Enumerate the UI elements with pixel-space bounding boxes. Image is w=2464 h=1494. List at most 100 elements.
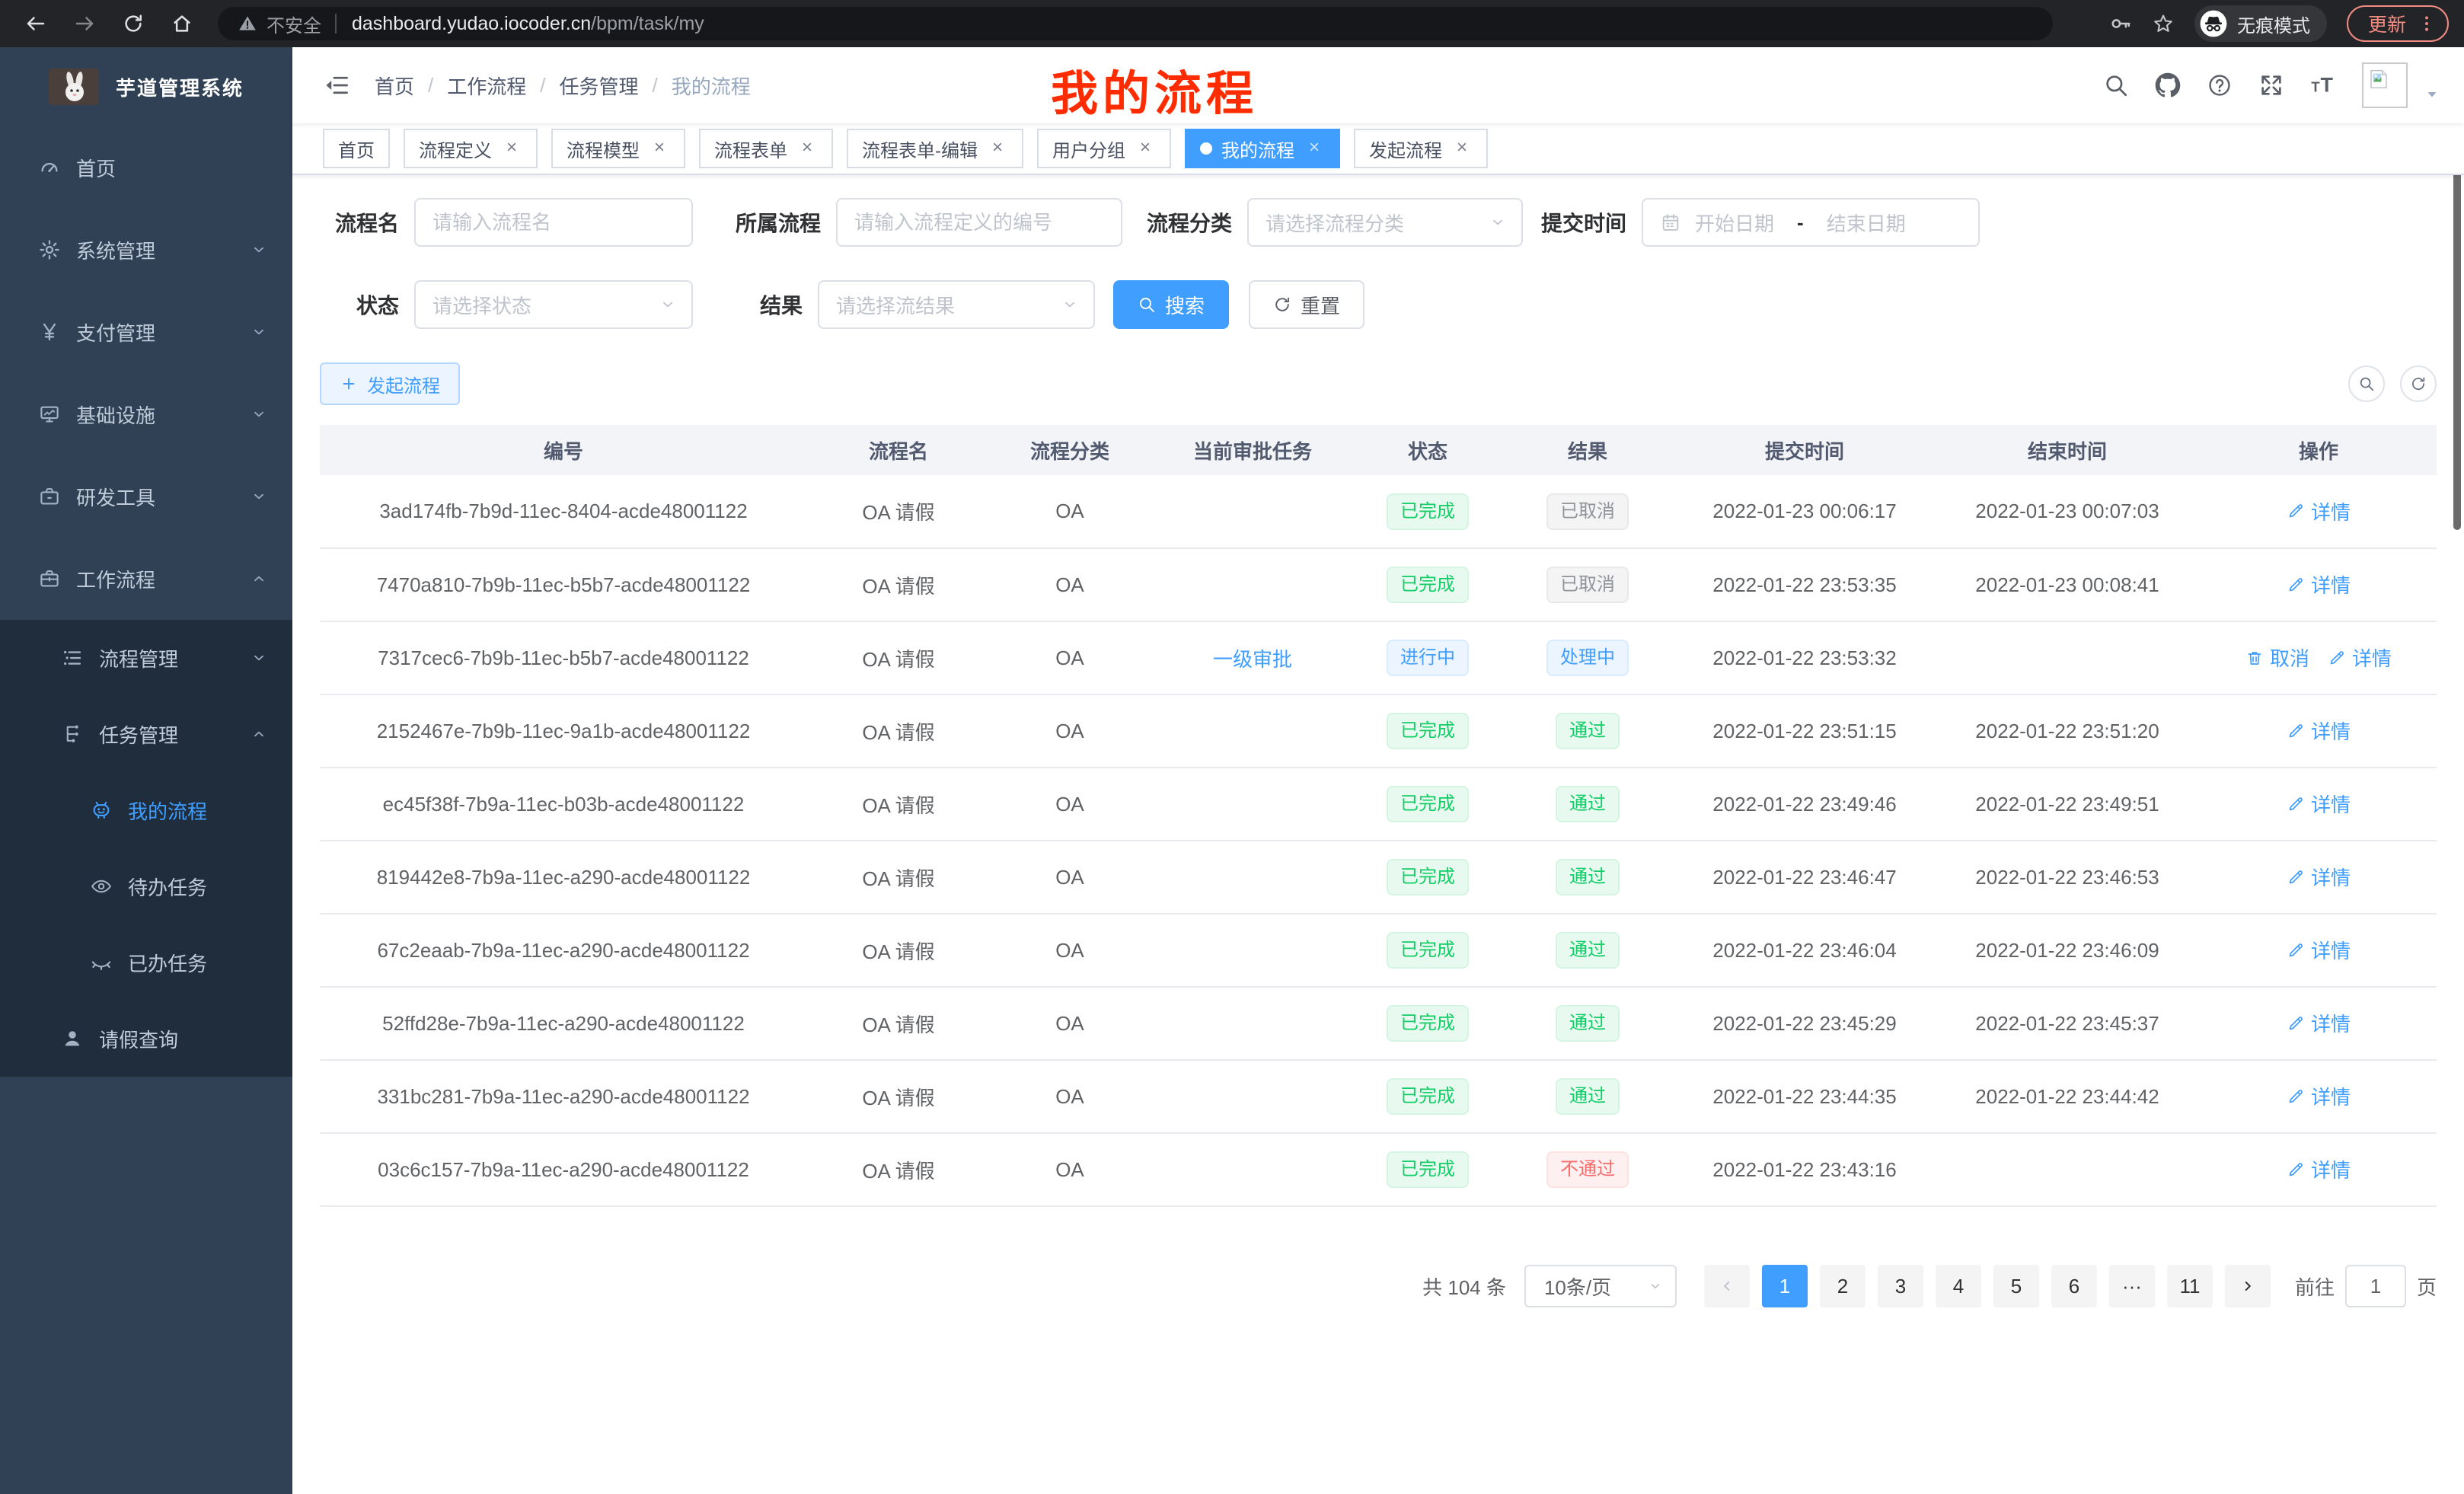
close-icon[interactable]: × (649, 138, 670, 159)
action-label: 详情 (2311, 570, 2351, 599)
close-icon[interactable]: × (1304, 138, 1325, 159)
action-detail[interactable]: 详情 (2287, 790, 2351, 818)
caret-down-icon[interactable] (2424, 87, 2440, 102)
sidebar-item-dev-tools[interactable]: 研发工具 (0, 455, 292, 538)
action-detail[interactable]: 详情 (2287, 1155, 2351, 1183)
sidebar-item-leave-query[interactable]: 请假查询 (0, 1001, 292, 1077)
action-detail[interactable]: 详情 (2287, 1082, 2351, 1110)
action-detail[interactable]: 详情 (2287, 570, 2351, 599)
tab-home[interactable]: 首页 (323, 129, 390, 168)
breadcrumb-item[interactable]: 任务管理 (560, 72, 639, 100)
close-icon[interactable]: × (1135, 138, 1156, 159)
sidebar-menu: 首页系统管理支付管理基础设施研发工具工作流程流程管理任务管理我的流程待办任务已办… (0, 126, 292, 1077)
breadcrumb-item[interactable]: 首页 (375, 72, 414, 100)
action-detail[interactable]: 详情 (2287, 863, 2351, 891)
action-cancel[interactable]: 取消 (2245, 643, 2309, 672)
tab-process-form-edit[interactable]: 流程表单-编辑 × (847, 129, 1023, 168)
github-icon[interactable] (2155, 72, 2181, 98)
search-button[interactable]: 搜索 (1113, 280, 1229, 329)
sidebar-item-system[interactable]: 系统管理 (0, 209, 292, 291)
cell-category: OA (990, 1133, 1150, 1206)
tab-user-group[interactable]: 用户分组× (1037, 129, 1171, 168)
sidebar-item-infrastructure[interactable]: 基础设施 (0, 373, 292, 455)
page-size-select[interactable]: 10条/页 (1524, 1265, 1677, 1307)
search-icon (1138, 295, 1156, 314)
current-task-link[interactable]: 一级审批 (1213, 648, 1292, 671)
process-name-input[interactable] (414, 198, 693, 247)
tab-label: 流程表单-编辑 (862, 136, 978, 162)
result-select[interactable]: 请选择流结果 (818, 280, 1095, 329)
action-detail[interactable]: 详情 (2287, 717, 2351, 745)
tab-label: 首页 (338, 136, 375, 162)
gear-icon (37, 238, 62, 261)
show-search-button[interactable] (2348, 366, 2385, 402)
start-process-button[interactable]: 发起流程 (320, 362, 460, 405)
refresh-table-button[interactable] (2400, 366, 2437, 402)
page-button-3[interactable]: 3 (1878, 1265, 1923, 1307)
tab-my-process[interactable]: 我的流程× (1185, 129, 1340, 168)
sidebar-item-my-process[interactable]: 我的流程 (0, 772, 292, 848)
cell-end-time: 2022-01-22 23:46:53 (1934, 841, 2201, 914)
pagination-ellipsis[interactable]: ··· (2109, 1265, 2155, 1307)
process-category-select[interactable]: 请选择流程分类 (1247, 198, 1523, 247)
sidebar-item-todo-tasks[interactable]: 待办任务 (0, 848, 292, 924)
tab-process-model[interactable]: 流程模型× (551, 129, 685, 168)
close-icon[interactable]: × (501, 138, 522, 159)
sidebar-item-workflow[interactable]: 工作流程 (0, 538, 292, 620)
filter-label: 结果 (693, 289, 803, 320)
action-detail[interactable]: 详情 (2287, 497, 2351, 525)
prev-page-button[interactable] (1704, 1265, 1750, 1307)
status-select[interactable]: 请选择状态 (414, 280, 693, 329)
address-bar[interactable]: 不安全 dashboard.yudao.iocoder.cn/bpm/task/… (218, 7, 2053, 40)
update-button[interactable]: 更新 (2347, 5, 2449, 42)
page-button-5[interactable]: 5 (1993, 1265, 2039, 1307)
font-size-icon[interactable]: TT (2310, 72, 2336, 98)
page-button-4[interactable]: 4 (1936, 1265, 1981, 1307)
search-icon[interactable] (2103, 72, 2129, 98)
back-icon[interactable] (24, 12, 47, 35)
action-detail[interactable]: 详情 (2287, 936, 2351, 964)
tab-start-process[interactable]: 发起流程× (1354, 129, 1488, 168)
reset-button[interactable]: 重置 (1249, 280, 1364, 329)
submit-time-range-picker[interactable]: 开始日期 - 结束日期 (1642, 198, 1980, 247)
tab-process-form[interactable]: 流程表单× (699, 129, 833, 168)
page-button-2[interactable]: 2 (1820, 1265, 1866, 1307)
menu-dots-icon[interactable] (2417, 14, 2437, 34)
sidebar-item-task-mgmt[interactable]: 任务管理 (0, 696, 292, 772)
tab-process-definition[interactable]: 流程定义× (404, 129, 538, 168)
page-button-1[interactable]: 1 (1762, 1265, 1808, 1307)
goto-page-input[interactable] (2345, 1265, 2406, 1307)
app-logo[interactable]: 芋道管理系统 (0, 47, 292, 126)
action-detail[interactable]: 详情 (2287, 1009, 2351, 1037)
action-detail[interactable]: 详情 (2328, 643, 2392, 672)
edit-icon (2287, 795, 2305, 813)
close-icon[interactable]: × (1451, 138, 1473, 159)
sidebar-item-home[interactable]: 首页 (0, 126, 292, 209)
sidebar-item-done-tasks[interactable]: 已办任务 (0, 924, 292, 1001)
sidebar-item-process-mgmt[interactable]: 流程管理 (0, 620, 292, 696)
reload-icon[interactable] (122, 12, 145, 35)
next-page-button[interactable] (2225, 1265, 2271, 1307)
cell-status: 已完成 (1355, 694, 1500, 768)
home-icon[interactable] (171, 12, 193, 35)
key-icon[interactable] (2109, 12, 2132, 35)
avatar[interactable] (2362, 62, 2408, 108)
cell-id: 03c6c157-7b9a-11ec-a290-acde48001122 (320, 1133, 807, 1206)
breadcrumb-item[interactable]: 工作流程 (447, 72, 526, 100)
page-button-6[interactable]: 6 (2051, 1265, 2097, 1307)
sidebar-fold-icon[interactable] (323, 72, 350, 99)
result-tag: 通过 (1556, 1078, 1620, 1115)
cell-status: 已完成 (1355, 1133, 1500, 1206)
page-url: dashboard.yudao.iocoder.cn/bpm/task/my (352, 13, 704, 35)
forward-icon[interactable] (73, 12, 96, 35)
fullscreen-icon[interactable] (2258, 72, 2284, 98)
close-icon[interactable]: × (796, 138, 818, 159)
close-icon[interactable]: × (987, 138, 1008, 159)
page-button-11[interactable]: 11 (2167, 1265, 2213, 1307)
sidebar-item-payment[interactable]: 支付管理 (0, 291, 292, 373)
bookmark-star-icon[interactable] (2152, 12, 2175, 35)
cell-submit-time: 2022-01-22 23:46:04 (1675, 914, 1934, 987)
help-icon[interactable] (2207, 72, 2233, 98)
red-annotation: 我的流程 (1051, 55, 1258, 123)
process-definition-input[interactable] (836, 198, 1122, 247)
